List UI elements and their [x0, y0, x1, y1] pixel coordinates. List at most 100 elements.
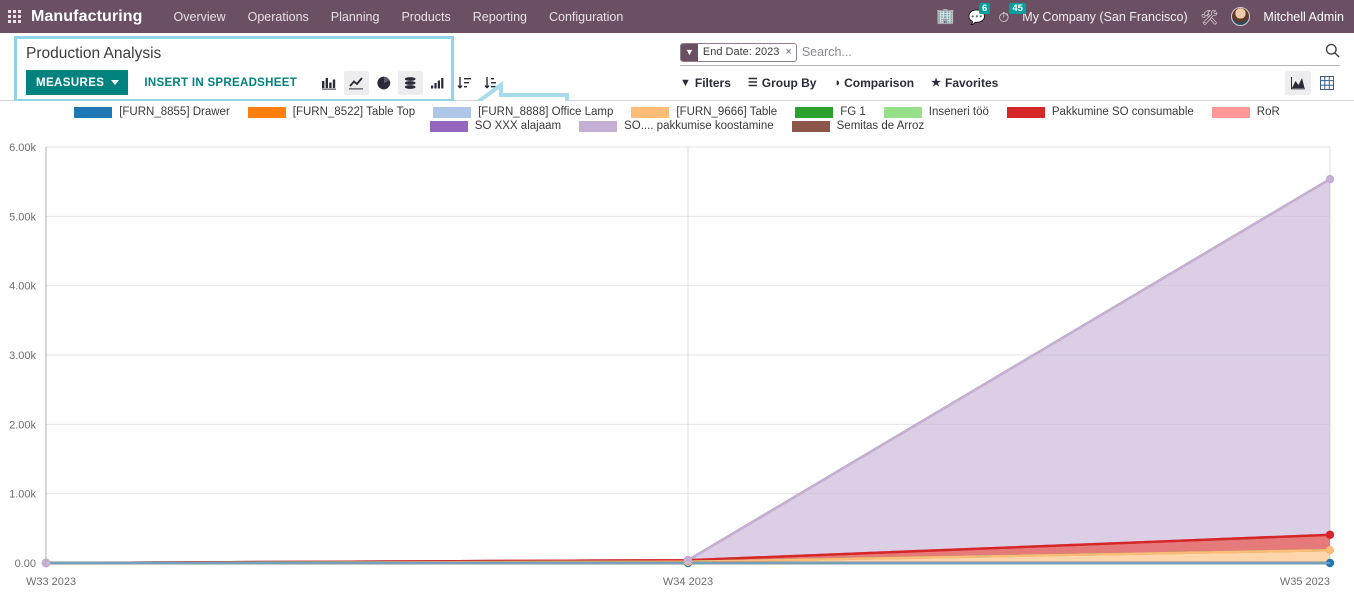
legend-item[interactable]: [FURN_8888] Office Lamp: [433, 106, 613, 118]
legend-swatch: [883, 106, 922, 118]
building-icon[interactable]: 🏢: [936, 9, 955, 24]
navbar-right: 🏢 💬 6 ⏱ 45 My Company (San Francisco) 🛠 …: [936, 2, 1344, 26]
legend-swatch: [74, 106, 113, 118]
legend-item[interactable]: [FURN_9666] Table: [631, 106, 777, 118]
legend-swatch: [247, 106, 286, 118]
y-axis-tick-label: 2.00k: [9, 419, 36, 431]
legend-swatch: [791, 120, 830, 132]
legend-swatch: [433, 106, 472, 118]
group-by-label: Group By: [761, 75, 817, 90]
measures-button[interactable]: MEASURES: [26, 70, 129, 95]
messages-count-badge: 6: [978, 2, 991, 14]
control-panel-left: Production Analysis MEASURES INSERT IN S…: [0, 33, 672, 127]
legend-item[interactable]: SO XXX alajaam: [429, 120, 562, 132]
favorites-label: Favorites: [945, 75, 999, 90]
data-point[interactable]: [1325, 530, 1335, 539]
chat-bubble-icon[interactable]: 💬 6: [968, 2, 991, 24]
chart-legend: [FURN_8855] Drawer [FURN_8522] Table Top […: [0, 101, 1354, 133]
bar-chart-icon[interactable]: [317, 71, 342, 95]
legend-swatch: [795, 106, 834, 118]
main-menu: Overview Operations Planning Products Re…: [163, 4, 635, 30]
legend-item[interactable]: Inseneri töö: [883, 106, 989, 118]
legend-label: [FURN_9666] Table: [676, 106, 778, 118]
legend-item[interactable]: Semitas de Arroz: [791, 120, 925, 132]
chevron-down-icon: [111, 80, 120, 85]
legend-item[interactable]: FG 1: [795, 106, 866, 118]
legend-label: SO.... pakkumise koostamine: [624, 120, 774, 132]
legend-item[interactable]: RoR: [1211, 106, 1280, 118]
data-point[interactable]: [1325, 174, 1335, 184]
menu-item-reporting[interactable]: Reporting: [462, 4, 538, 30]
insert-in-spreadsheet-button[interactable]: INSERT IN SPREADSHEET: [134, 71, 307, 95]
y-axis-tick-label: 6.00k: [9, 142, 36, 154]
company-switcher[interactable]: My Company (San Francisco): [1022, 10, 1187, 24]
filter-icon: ▼: [681, 43, 698, 61]
ascending-bars-icon[interactable]: [425, 71, 450, 95]
control-panel: Production Analysis MEASURES INSERT IN S…: [0, 33, 1354, 127]
legend-label: FG 1: [840, 106, 866, 118]
legend-swatch: [429, 120, 468, 132]
star-icon: ★: [931, 77, 941, 89]
legend-swatch: [1006, 106, 1045, 118]
legend-swatch: [631, 106, 670, 118]
legend-label: [FURN_8888] Office Lamp: [478, 106, 614, 118]
view-switcher: [1285, 70, 1340, 95]
search-input[interactable]: [797, 44, 1319, 60]
legend-swatch: [1211, 106, 1250, 118]
legend-item[interactable]: [FURN_8855] Drawer: [74, 106, 230, 118]
menu-item-operations[interactable]: Operations: [237, 4, 320, 30]
control-panel-buttons: MEASURES INSERT IN SPREADSHEET: [26, 70, 672, 95]
chart-plot: 0.00 1.00k 2.00k 3.00k 4.00k 5.00k 6.00k W33 20…: [9, 142, 1335, 588]
y-axis-tick-label: 3.00k: [9, 350, 36, 362]
y-axis-tick-label: 1.00k: [9, 489, 36, 501]
filters-dropdown[interactable]: ▼ Filters: [680, 76, 731, 90]
line-chart-icon[interactable]: [344, 70, 370, 95]
y-axis-tick-label: 5.00k: [9, 211, 36, 223]
layers-icon: ☰: [747, 77, 758, 89]
contrast-icon: ◑: [833, 76, 841, 89]
search-row: ▼ End Date: 2023 ×: [680, 33, 1340, 66]
menu-item-planning[interactable]: Planning: [320, 4, 391, 30]
legend-item[interactable]: Pakkumine SO consumable: [1006, 106, 1194, 118]
legend-label: [FURN_8855] Drawer: [119, 106, 230, 118]
legend-swatch: [579, 120, 618, 132]
legend-label: Pakkumine SO consumable: [1051, 106, 1194, 118]
menu-item-products[interactable]: Products: [390, 4, 461, 30]
pivot-view-icon[interactable]: [1314, 71, 1340, 95]
menu-item-configuration[interactable]: Configuration: [538, 4, 634, 30]
x-axis-tick-label: W35 2023: [1280, 576, 1330, 588]
chart-container: [FURN_8855] Drawer [FURN_8522] Table Top […: [0, 101, 1354, 601]
user-menu[interactable]: Mitchell Admin: [1263, 10, 1344, 24]
pie-chart-icon[interactable]: [371, 71, 396, 95]
legend-label: SO XXX alajaam: [474, 120, 562, 132]
clock-icon[interactable]: ⏱ 45: [998, 2, 1026, 24]
avatar[interactable]: [1231, 7, 1251, 26]
remove-facet-icon[interactable]: ×: [783, 43, 796, 61]
legend-item[interactable]: [FURN_8522] Table Top: [247, 106, 416, 118]
legend-label: [FURN_8522] Table Top: [292, 106, 416, 118]
filter-icon: ▼: [680, 76, 691, 89]
filter-row: ▼ Filters ☰ Group By ◑ Comparison ★ Favo…: [680, 66, 1340, 96]
page-title: Production Analysis: [26, 45, 162, 62]
comparison-dropdown[interactable]: ◑ Comparison: [833, 76, 914, 90]
favorites-dropdown[interactable]: ★ Favorites: [931, 76, 998, 90]
menu-item-overview[interactable]: Overview: [163, 4, 237, 30]
top-navbar: Manufacturing Overview Operations Planni…: [0, 0, 1354, 33]
data-point[interactable]: [1325, 545, 1335, 555]
x-axis-tick-label: W33 2023: [26, 576, 76, 588]
legend-label: Semitas de Arroz: [836, 120, 925, 132]
search-facet-end-date[interactable]: ▼ End Date: 2023 ×: [680, 42, 797, 62]
app-brand-manufacturing[interactable]: Manufacturing: [31, 8, 143, 26]
activities-count-badge: 45: [1009, 2, 1026, 14]
y-axis-tick-label: 0.00: [15, 558, 36, 570]
group-by-dropdown[interactable]: ☰ Group By: [748, 76, 817, 90]
apps-grid-icon[interactable]: [8, 10, 21, 23]
comparison-label: Comparison: [844, 75, 915, 90]
search-facet-label: End Date: 2023: [697, 43, 784, 61]
stacked-icon[interactable]: [398, 70, 424, 95]
magnifier-icon[interactable]: [1319, 43, 1340, 61]
control-panel-right: ▼ End Date: 2023 × ▼ Filters ☰ Group By …: [672, 33, 1354, 100]
legend-item[interactable]: SO.... pakkumise koostamine: [579, 120, 774, 132]
tools-icon[interactable]: 🛠: [1201, 10, 1219, 24]
graph-view-icon[interactable]: [1285, 70, 1311, 95]
